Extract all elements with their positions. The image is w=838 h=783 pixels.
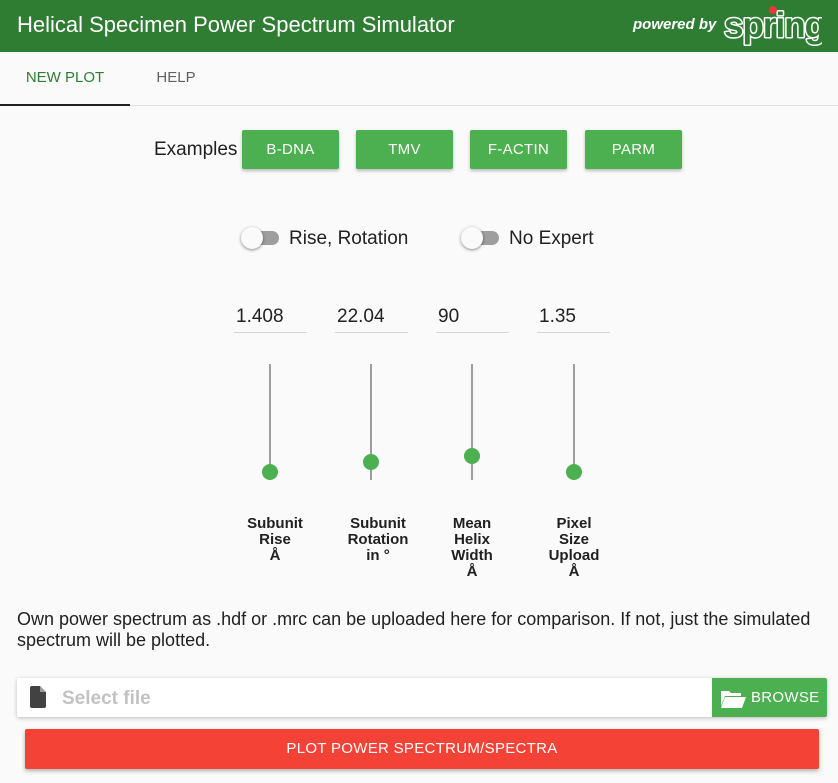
rise-rotation-toggle[interactable] <box>241 226 279 250</box>
folder-open-icon <box>721 691 746 708</box>
example-parm-button[interactable]: PARM <box>585 130 682 169</box>
expert-label: No Expert <box>509 228 594 249</box>
app-header: Helical Specimen Power Spectrum Simulato… <box>0 0 838 52</box>
spring-logo: spring spring <box>723 5 823 47</box>
file-icon <box>30 686 46 708</box>
powered-by-label: powered by <box>633 16 717 33</box>
upload-info-text: Own power spectrum as .hdf or .mrc can b… <box>17 609 811 650</box>
subunit-rotation-input[interactable]: 22.04 <box>335 304 408 333</box>
rise-rotation-label: Rise, Rotation <box>289 228 409 249</box>
label-line: in ° <box>366 547 390 564</box>
pixel-size-slider[interactable] <box>564 364 584 480</box>
slider-thumb[interactable] <box>566 464 582 480</box>
subunit-rise-slider[interactable] <box>260 364 280 480</box>
examples-label: Examples <box>154 139 238 160</box>
subunit-rotation-label: Subunit Rotation in ° <box>338 516 418 564</box>
label-line: Å <box>568 563 580 580</box>
label-line: Mean <box>452 515 492 532</box>
label-line: Size <box>558 531 589 548</box>
subunit-rotation-slider[interactable] <box>361 364 381 480</box>
plot-power-spectrum-button[interactable]: PLOT POWER SPECTRUM/SPECTRA <box>25 729 819 769</box>
example-b-dna-button[interactable]: B-DNA <box>242 130 339 169</box>
logo-dot <box>769 6 777 14</box>
app-title: Helical Specimen Power Spectrum Simulato… <box>17 12 455 37</box>
helix-width-label: Mean Helix Width Å <box>432 516 512 580</box>
label-line: Subunit <box>350 515 406 532</box>
toggle-thumb <box>241 227 263 249</box>
slider-thumb[interactable] <box>262 464 278 480</box>
pixel-size-label: Pixel Size Upload Å <box>534 516 614 580</box>
pixel-size-input[interactable]: 1.35 <box>537 304 610 333</box>
browse-label: BROWSE <box>751 689 820 706</box>
browse-button[interactable]: BROWSE <box>712 678 827 717</box>
label-line: Upload <box>548 547 600 564</box>
subunit-rise-label: Subunit Rise Å <box>235 516 315 564</box>
label-line: Rise <box>259 531 291 548</box>
slider-rail <box>573 364 575 480</box>
label-line: Pixel <box>556 515 592 532</box>
example-tmv-button[interactable]: TMV <box>356 130 453 169</box>
example-f-actin-button[interactable]: F-ACTIN <box>470 130 567 169</box>
label-line: Rotation <box>347 531 409 548</box>
label-line: Helix <box>454 531 490 548</box>
expert-toggle[interactable] <box>461 226 499 250</box>
active-tab-indicator <box>0 104 130 106</box>
tab-bar: NEW PLOT HELP <box>0 52 838 106</box>
helix-width-slider[interactable] <box>462 364 482 480</box>
label-line: Subunit <box>247 515 303 532</box>
label-line: Å <box>269 547 281 564</box>
subunit-rise-input[interactable]: 1.408 <box>234 304 307 333</box>
file-path-input[interactable] <box>60 685 704 713</box>
slider-thumb[interactable] <box>464 448 480 464</box>
tab-new-plot[interactable]: NEW PLOT <box>0 52 130 105</box>
helix-width-input[interactable]: 90 <box>436 304 509 333</box>
toggle-thumb <box>461 227 483 249</box>
slider-thumb[interactable] <box>363 454 379 470</box>
tab-help[interactable]: HELP <box>130 52 222 105</box>
label-line: Å <box>466 563 478 580</box>
slider-rail <box>269 364 271 480</box>
label-line: Width <box>451 547 493 564</box>
file-upload-bar: BROWSE <box>17 678 827 717</box>
